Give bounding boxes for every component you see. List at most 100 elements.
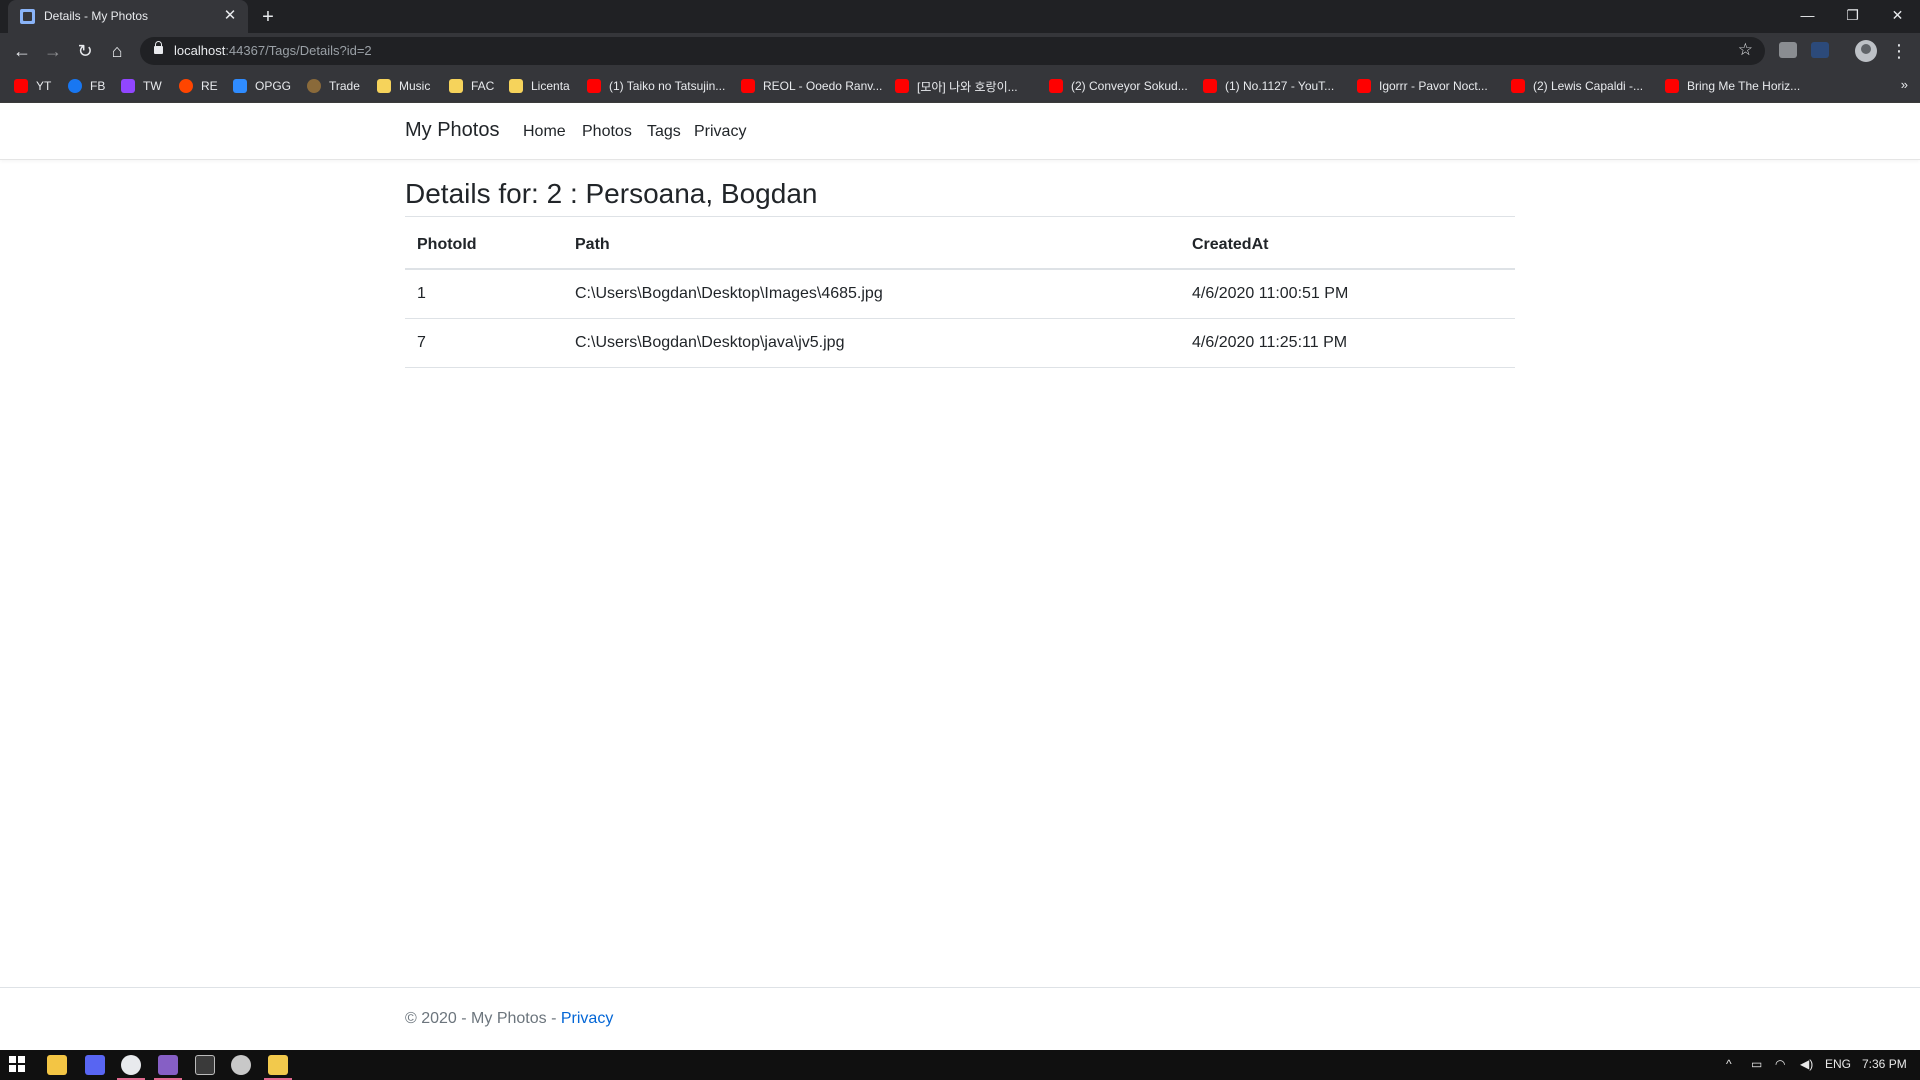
bookmark-item[interactable]: YT — [14, 77, 51, 95]
tray-chevron-icon[interactable]: ^ — [1726, 1057, 1732, 1071]
photos-table: PhotoId Path CreatedAt 1 C:\Users\Bogdan… — [405, 218, 1515, 368]
site-navbar: My Photos Home Photos Tags Privacy — [0, 103, 1920, 160]
folder-icon — [509, 79, 523, 93]
browser-tab[interactable]: Details - My Photos ✕ — [8, 0, 248, 33]
trade-icon — [307, 79, 321, 93]
photo-id-cell: 1 — [417, 285, 426, 302]
twitch-icon — [121, 79, 135, 93]
terminal-icon[interactable] — [195, 1055, 215, 1075]
bookmark-item[interactable]: (2) Lewis Capaldi -... — [1511, 77, 1643, 95]
bookmark-label: REOL - Ooedo Ranv... — [763, 79, 883, 93]
bookmark-item[interactable]: OPGG — [233, 77, 291, 95]
bookmark-label: Trade — [329, 79, 360, 93]
footer-text: © 2020 - My Photos - Privacy — [405, 1010, 613, 1028]
youtube-icon — [14, 79, 28, 93]
bookmark-item[interactable]: Bring Me The Horiz... — [1665, 77, 1800, 95]
nav-link-home[interactable]: Home — [523, 123, 566, 141]
browser-menu-icon[interactable]: ⋮ — [1890, 39, 1908, 63]
site-footer: © 2020 - My Photos - Privacy — [0, 987, 1920, 1050]
extension-icon[interactable] — [1811, 42, 1829, 58]
home-icon[interactable]: ⌂ — [104, 38, 130, 64]
app-icon[interactable] — [231, 1055, 251, 1075]
discord-icon[interactable] — [85, 1055, 105, 1075]
close-tab-icon[interactable]: ✕ — [220, 6, 240, 26]
column-header-createdat: CreatedAt — [1192, 236, 1269, 253]
forward-arrow-icon[interactable]: → — [40, 38, 66, 64]
window-controls: — ❐ ✕ — [1785, 0, 1920, 33]
nav-link-privacy[interactable]: Privacy — [694, 123, 746, 141]
url-path: :44367/Tags/Details?id=2 — [225, 43, 372, 58]
close-window-button[interactable]: ✕ — [1875, 0, 1920, 30]
browser-toolbar: ← → ↻ ⌂ localhost:44367/Tags/Details?id=… — [0, 33, 1920, 69]
table-row: 1 C:\Users\Bogdan\Desktop\Images\4685.jp… — [405, 270, 1515, 319]
bookmark-item[interactable]: (2) Conveyor Sokud... — [1049, 77, 1188, 95]
bookmark-label: Licenta — [531, 79, 570, 93]
created-at-cell: 4/6/2020 11:25:11 PM — [1192, 334, 1348, 351]
visual-studio-icon[interactable] — [158, 1055, 178, 1075]
photo-id-cell: 7 — [417, 334, 426, 351]
bookmark-label: FAC — [471, 79, 495, 93]
bookmark-label: (1) No.1127 - YouT... — [1225, 79, 1335, 93]
youtube-icon — [1357, 79, 1371, 93]
bookmark-star-icon[interactable]: ☆ — [1738, 40, 1753, 60]
youtube-icon — [741, 79, 755, 93]
bookmark-item[interactable]: RE — [179, 77, 218, 95]
language-indicator[interactable]: ENG — [1825, 1057, 1851, 1071]
bookmark-label: [모아] 나와 호랑이... — [917, 79, 1018, 94]
bookmark-item[interactable]: (1) Taiko no Tatsujin... — [587, 77, 725, 95]
bookmark-item[interactable]: TW — [121, 77, 162, 95]
nav-link-photos[interactable]: Photos — [582, 123, 632, 141]
bookmark-label: (1) Taiko no Tatsujin... — [609, 79, 726, 93]
youtube-icon — [1049, 79, 1063, 93]
bookmark-item[interactable]: FB — [68, 77, 105, 95]
new-tab-button[interactable]: + — [256, 5, 280, 29]
bookmark-label: RE — [201, 79, 218, 93]
extension-icon[interactable] — [1779, 42, 1797, 58]
page-icon — [20, 9, 35, 24]
table-header-row: PhotoId Path CreatedAt — [405, 218, 1515, 270]
youtube-icon — [1665, 79, 1679, 93]
folder-icon — [449, 79, 463, 93]
url-host: localhost — [174, 43, 226, 58]
reload-icon[interactable]: ↻ — [72, 38, 98, 64]
youtube-icon — [1203, 79, 1217, 93]
app-icon[interactable] — [268, 1055, 288, 1075]
bookmark-item[interactable]: [모아] 나와 호랑이... — [895, 77, 1018, 95]
clock[interactable]: 7:36 PM — [1862, 1057, 1907, 1071]
bookmark-item[interactable]: (1) No.1127 - YouT... — [1203, 77, 1334, 95]
bookmark-item[interactable]: Licenta — [509, 77, 570, 95]
bookmark-label: FB — [90, 79, 106, 93]
bookmark-item[interactable]: FAC — [449, 77, 494, 95]
lock-icon[interactable] — [154, 41, 163, 54]
file-explorer-icon[interactable] — [47, 1055, 67, 1075]
battery-icon[interactable]: ▭ — [1751, 1057, 1762, 1071]
bookmark-item[interactable]: Trade — [307, 77, 360, 95]
volume-icon[interactable]: ◀) — [1800, 1057, 1813, 1071]
restore-button[interactable]: ❐ — [1830, 0, 1875, 30]
bookmark-label: (2) Lewis Capaldi -... — [1533, 79, 1644, 93]
tab-title: Details - My Photos — [44, 9, 149, 23]
bookmark-item[interactable]: Music — [377, 77, 430, 95]
column-header-path: Path — [575, 236, 610, 253]
windows-start-icon[interactable] — [8, 1055, 28, 1075]
minimize-button[interactable]: — — [1785, 0, 1830, 30]
page-title: Details for: 2 : Persoana, Bogdan — [405, 178, 818, 209]
more-bookmarks-icon[interactable]: » — [1901, 77, 1908, 92]
bookmark-item[interactable]: Igorrr - Pavor Noct... — [1357, 77, 1488, 95]
profile-avatar-icon[interactable] — [1855, 40, 1877, 62]
bookmark-label: Music — [399, 79, 431, 93]
footer-privacy-link[interactable]: Privacy — [561, 1010, 613, 1027]
wifi-icon[interactable]: ◠ — [1775, 1057, 1785, 1071]
chrome-icon[interactable] — [121, 1055, 141, 1075]
nav-link-tags[interactable]: Tags — [647, 123, 681, 141]
bookmarks-bar: YT FB TW RE OPGG Trade Music FAC Licenta… — [0, 69, 1920, 103]
bookmark-label: TW — [143, 79, 162, 93]
bookmark-item[interactable]: REOL - Ooedo Ranv... — [741, 77, 882, 95]
address-bar[interactable]: localhost:44367/Tags/Details?id=2 ☆ — [140, 37, 1765, 65]
site-brand-link[interactable]: My Photos — [405, 119, 499, 142]
table-row: 7 C:\Users\Bogdan\Desktop\java\jv5.jpg 4… — [405, 319, 1515, 368]
bookmark-label: Igorrr - Pavor Noct... — [1379, 79, 1488, 93]
back-arrow-icon[interactable]: ← — [9, 38, 35, 64]
url-text[interactable]: localhost:44367/Tags/Details?id=2 — [174, 43, 372, 58]
windows-taskbar: ^ ▭ ◠ ◀) ENG 7:36 PM — [0, 1050, 1920, 1080]
